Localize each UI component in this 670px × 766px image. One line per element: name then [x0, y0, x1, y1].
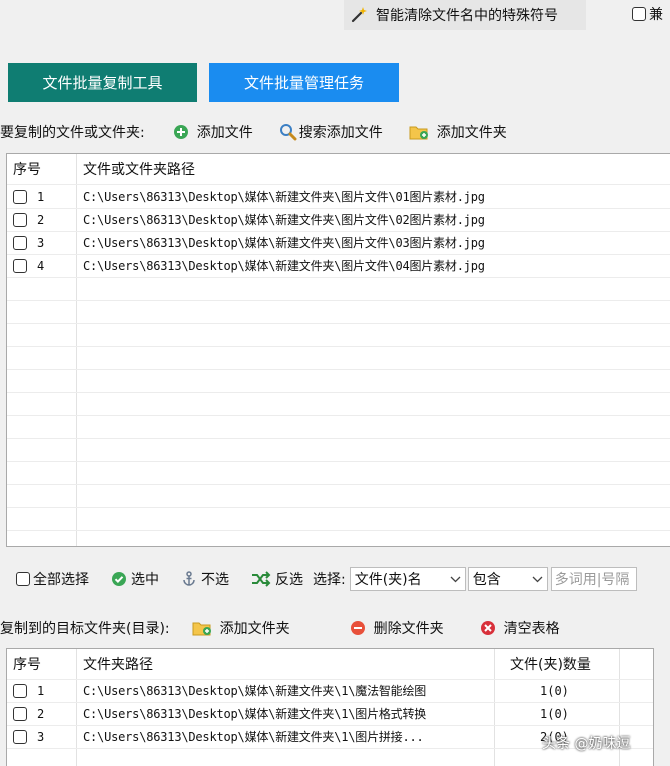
row-file-count: 1(0) — [540, 683, 569, 698]
row-checkbox[interactable] — [13, 212, 27, 227]
select-all-checkbox[interactable]: 全部选择 — [16, 569, 89, 589]
table-row[interactable]: 4 C:\Users\86313\Desktop\媒体\新建文件夹\图片文件\0… — [7, 254, 670, 277]
add-file-button[interactable]: 添加文件 — [173, 122, 253, 142]
table-row[interactable]: 2 C:\Users\86313\Desktop\媒体\新建文件夹\图片文件\0… — [7, 208, 670, 231]
row-path: C:\Users\86313\Desktop\媒体\新建文件夹\1\魔法智能绘图 — [83, 684, 427, 698]
select-all-label: 全部选择 — [33, 572, 89, 588]
folder-add-icon — [192, 620, 212, 636]
row-path: C:\Users\86313\Desktop\媒体\新建文件夹\图片文件\04图… — [83, 259, 485, 273]
row-path: C:\Users\86313\Desktop\媒体\新建文件夹\图片文件\03图… — [83, 236, 485, 250]
checkbox-icon — [632, 7, 646, 21]
source-file-table[interactable]: 序号 文件或文件夹路径 1 C:\Users\86313\Desktop\媒体\… — [6, 153, 670, 547]
row-index: 3 — [37, 729, 45, 744]
chevron-down-icon — [450, 571, 461, 587]
add-target-folder-button[interactable]: 添加文件夹 — [192, 618, 290, 638]
uncheck-button[interactable]: 不选 — [181, 569, 229, 589]
minus-circle-icon — [350, 620, 366, 636]
column-header-index: 序号 — [13, 162, 41, 178]
chevron-down-icon — [532, 571, 543, 587]
uncheck-label: 不选 — [201, 572, 229, 588]
add-target-folder-label: 添加文件夹 — [219, 621, 290, 637]
anchor-icon — [181, 571, 197, 587]
search-add-file-label: 搜索添加文件 — [298, 125, 383, 141]
row-checkbox[interactable] — [13, 189, 27, 204]
source-section-label: 要复制的文件或文件夹: — [0, 125, 145, 141]
row-checkbox[interactable] — [13, 683, 27, 698]
invert-selection-button[interactable]: 反选 — [251, 569, 303, 589]
row-index: 3 — [37, 235, 45, 250]
watermark: 头条 @奶味逗 — [542, 736, 631, 752]
check-selected-label: 选中 — [131, 572, 159, 588]
row-index: 1 — [37, 189, 45, 204]
column-header-file-count: 文件(夹)数量 — [510, 657, 591, 673]
invert-selection-label: 反选 — [275, 572, 303, 588]
check-circle-icon — [111, 571, 127, 587]
add-folder-label: 添加文件夹 — [436, 125, 507, 141]
filter-mode-select[interactable]: 包含 — [467, 567, 548, 591]
column-header-folder-path: 文件夹路径 — [83, 657, 153, 673]
check-selected-button[interactable]: 选中 — [111, 569, 159, 589]
clear-table-button[interactable]: 清空表格 — [480, 618, 560, 638]
column-header-index: 序号 — [13, 657, 41, 673]
compat-checkbox[interactable]: 兼 — [632, 4, 663, 24]
row-index: 2 — [37, 212, 45, 227]
source-toolbar: 要复制的文件或文件夹: 添加文件 搜索添加文件 添加文件夹 — [0, 120, 670, 144]
filter-mode-value: 包含 — [472, 572, 501, 588]
column-header-path: 文件或文件夹路径 — [83, 162, 195, 178]
row-file-count: 1(0) — [540, 706, 569, 721]
row-path: C:\Users\86313\Desktop\媒体\新建文件夹\1\图片拼接..… — [83, 730, 424, 744]
row-path: C:\Users\86313\Desktop\媒体\新建文件夹\图片文件\02图… — [83, 213, 485, 227]
add-circle-icon — [173, 124, 189, 140]
search-add-file-button[interactable]: 搜索添加文件 — [279, 122, 383, 142]
filter-label: 选择: — [313, 572, 346, 588]
row-index: 4 — [37, 258, 45, 273]
target-toolbar: 复制到的目标文件夹(目录): 添加文件夹 删除文件夹 清空表格 — [0, 616, 670, 640]
smart-clean-label: 智能清除文件名中的特殊符号 — [376, 8, 558, 24]
close-circle-icon — [480, 620, 496, 636]
table-row[interactable]: 1 C:\Users\86313\Desktop\媒体\新建文件夹\图片文件\0… — [7, 185, 670, 208]
folder-add-icon — [409, 124, 429, 140]
table-row[interactable]: 3 C:\Users\86313\Desktop\媒体\新建文件夹\图片文件\0… — [7, 231, 670, 254]
row-path: C:\Users\86313\Desktop\媒体\新建文件夹\图片文件\01图… — [83, 190, 485, 204]
add-file-label: 添加文件 — [196, 125, 253, 141]
checkbox-icon — [16, 572, 30, 586]
row-index: 2 — [37, 706, 45, 721]
shuffle-icon — [251, 571, 271, 587]
compat-label: 兼 — [649, 7, 663, 23]
magic-wand-icon — [350, 6, 376, 24]
add-folder-button[interactable]: 添加文件夹 — [409, 122, 507, 142]
filter-field-value: 文件(夹)名 — [354, 572, 422, 588]
search-icon — [279, 123, 297, 141]
delete-folder-label: 删除文件夹 — [373, 621, 444, 637]
row-path: C:\Users\86313\Desktop\媒体\新建文件夹\1\图片格式转换 — [83, 707, 427, 721]
tab-batch-manage[interactable]: 文件批量管理任务 — [209, 63, 399, 102]
row-checkbox[interactable] — [13, 258, 27, 273]
table-row[interactable]: 1 C:\Users\86313\Desktop\媒体\新建文件夹\1\魔法智能… — [7, 679, 653, 702]
tab-batch-copy[interactable]: 文件批量复制工具 — [8, 63, 197, 102]
filter-field-select[interactable]: 文件(夹)名 — [349, 567, 466, 591]
delete-folder-button[interactable]: 删除文件夹 — [350, 618, 444, 638]
table-row[interactable]: 2 C:\Users\86313\Desktop\媒体\新建文件夹\1\图片格式… — [7, 702, 653, 725]
row-checkbox[interactable] — [13, 235, 27, 250]
selection-toolbar: 全部选择 选中 不选 反选 选择: 文件(夹)名 包含 多词用|号隔 — [0, 564, 670, 594]
target-section-label: 复制到的目标文件夹(目录): — [0, 621, 170, 637]
keyword-input[interactable]: 多词用|号隔 — [550, 567, 637, 591]
row-checkbox[interactable] — [13, 729, 27, 744]
clear-table-label: 清空表格 — [503, 621, 560, 637]
row-checkbox[interactable] — [13, 706, 27, 721]
row-index: 1 — [37, 683, 45, 698]
smart-clean-button[interactable]: 智能清除文件名中的特殊符号 — [344, 0, 586, 30]
